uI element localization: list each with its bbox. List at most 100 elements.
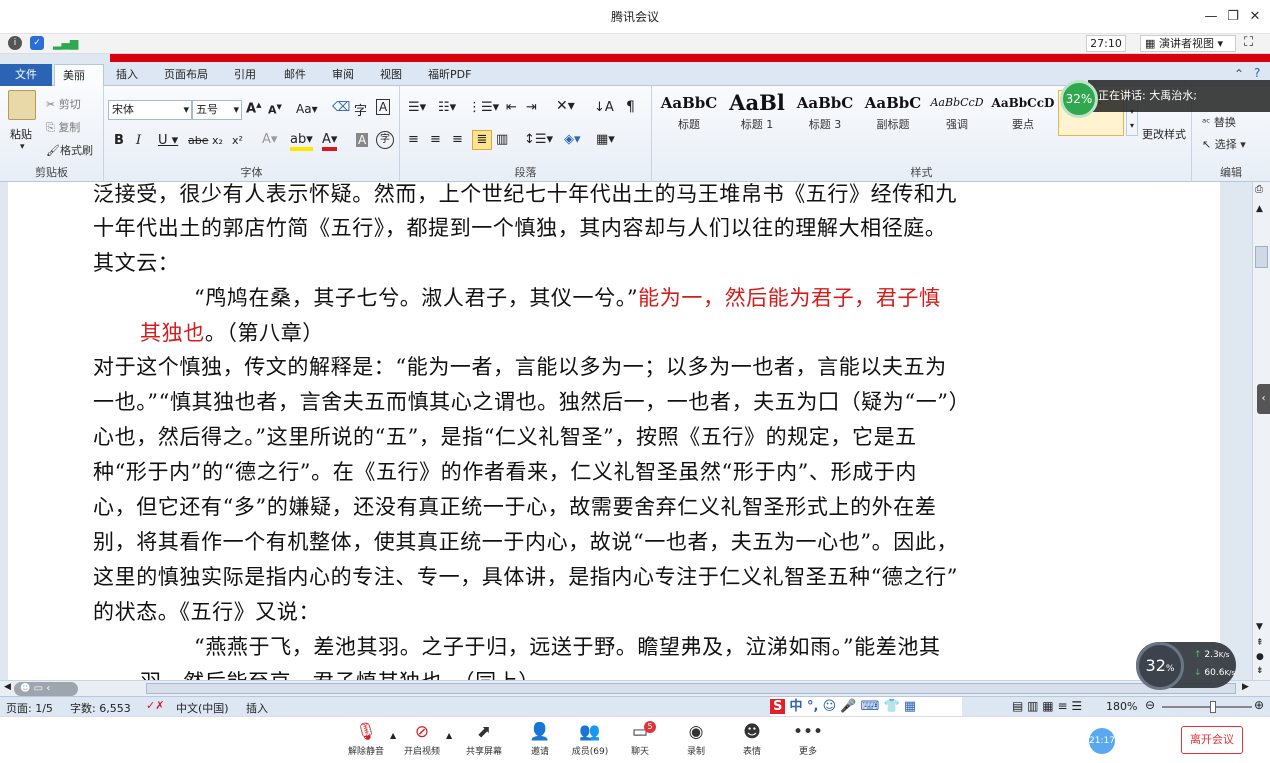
style-title[interactable]: AaBbC 标题: [656, 90, 722, 136]
numbering-icon[interactable]: ☷▾: [438, 100, 456, 115]
character-shading-icon[interactable]: A: [356, 133, 369, 147]
scroll-right-icon[interactable]: ▶: [1242, 682, 1249, 692]
signal-icon[interactable]: ▂▄▆: [53, 37, 78, 50]
subscript-button[interactable]: x₂: [212, 134, 223, 147]
tab-page-layout[interactable]: 页面布局: [156, 64, 216, 86]
tab-view[interactable]: 视图: [372, 64, 410, 86]
start-video-button[interactable]: ⊘ 开启视频: [394, 720, 450, 757]
phonetic-guide-icon[interactable]: 字: [354, 100, 367, 119]
replace-button[interactable]: ᵃᶜ 替换: [1202, 114, 1236, 130]
emoji-picker-icon[interactable]: ☻ ▭ ‹: [14, 682, 78, 696]
chinese-layout-icon[interactable]: ✕▾: [556, 98, 575, 114]
document-page[interactable]: 泛接受，很少有人表示怀疑。然而，上个世纪七十年代出土的马王堆帛书《五行》经传和九…: [8, 182, 1220, 680]
ruler-toggle-icon[interactable]: ⎙: [1255, 184, 1263, 195]
collapse-ribbon-icon[interactable]: ⌃: [1234, 67, 1244, 81]
grow-font-icon[interactable]: A▲: [246, 101, 261, 116]
minimize-icon[interactable]: —: [1200, 6, 1222, 28]
chat-button[interactable]: ▭ 聊天: [612, 720, 668, 757]
view-mode-dropdown[interactable]: ▦ 演讲者视图 ▾: [1140, 35, 1236, 52]
strikethrough-button[interactable]: abe: [188, 134, 209, 147]
scroll-down-icon[interactable]: ▼: [1256, 622, 1263, 632]
help-icon[interactable]: ?: [1254, 66, 1260, 80]
share-screen-button[interactable]: ⬈ 共享屏幕: [456, 720, 512, 757]
align-left-icon[interactable]: ≡: [408, 132, 419, 147]
close-icon[interactable]: ✕: [1244, 6, 1266, 28]
proofing-icon[interactable]: ✓✗: [146, 699, 164, 712]
fullscreen-icon[interactable]: ⛶: [1244, 35, 1253, 50]
text-effects-icon[interactable]: A▾: [262, 132, 277, 147]
leave-meeting-button[interactable]: 离开会议: [1181, 726, 1243, 754]
sort-icon[interactable]: ↓A: [594, 100, 614, 115]
members-button[interactable]: 👥 成员(69): [562, 720, 618, 757]
shield-icon[interactable]: ✓: [30, 36, 44, 50]
change-case-icon[interactable]: Aa▾: [296, 102, 318, 116]
change-styles-button[interactable]: 更改样式: [1142, 126, 1186, 142]
style-heading-1[interactable]: AaBl 标题 1: [724, 90, 790, 136]
scroll-up-icon[interactable]: ▲: [1256, 204, 1263, 214]
scroll-thumb[interactable]: [1255, 246, 1268, 268]
tab-file[interactable]: 文件: [0, 64, 52, 86]
tab-home[interactable]: 美丽始: [54, 64, 104, 104]
underline-button[interactable]: U ▾: [158, 133, 178, 148]
tab-mailings[interactable]: 邮件: [276, 64, 314, 86]
clear-format-icon[interactable]: ⌫: [332, 100, 350, 115]
next-page-icon[interactable]: ⇟: [1256, 666, 1264, 676]
superscript-button[interactable]: x²: [232, 134, 243, 147]
character-border-icon[interactable]: A: [376, 99, 391, 115]
decrease-indent-icon[interactable]: ⇤: [506, 100, 517, 115]
scroll-left-icon[interactable]: ◀: [4, 682, 11, 692]
paste-icon[interactable]: [8, 90, 36, 120]
line-spacing-icon[interactable]: ↕☰▾: [524, 132, 553, 147]
paste-button[interactable]: 粘贴: [10, 126, 32, 142]
show-marks-icon[interactable]: ¶: [626, 99, 635, 115]
tab-insert[interactable]: 插入: [108, 64, 146, 86]
tab-review[interactable]: 审阅: [324, 64, 362, 86]
enclose-character-icon[interactable]: 字: [376, 131, 394, 149]
borders-icon[interactable]: ▦▾: [596, 132, 615, 147]
zoom-slider-thumb[interactable]: [1210, 701, 1216, 713]
tab-foxit-pdf[interactable]: 福昕PDF: [420, 64, 479, 86]
copy-button[interactable]: ⎘ 复制: [46, 119, 80, 135]
more-button[interactable]: ••• 更多: [780, 720, 836, 757]
paste-dropdown-icon[interactable]: ▾: [20, 142, 25, 152]
zoom-out-icon[interactable]: ⊖: [1145, 698, 1155, 712]
style-key-point[interactable]: AaBbCcD 要点: [990, 90, 1056, 136]
distributed-icon[interactable]: ▥: [496, 132, 508, 147]
align-center-icon[interactable]: ≡: [430, 132, 441, 147]
italic-button[interactable]: I: [136, 133, 141, 148]
shrink-font-icon[interactable]: A▼: [268, 103, 282, 117]
page-count[interactable]: 页面: 1/5: [6, 700, 53, 716]
tab-references[interactable]: 引用: [226, 64, 264, 86]
zoom-slider[interactable]: [1162, 706, 1252, 708]
style-heading-3[interactable]: AaBbC 标题 3: [792, 90, 858, 136]
ime-toolbar[interactable]: S 中 °, ☺ 🎤 ⌨ 👕 ▦: [770, 697, 962, 717]
prev-page-icon[interactable]: ⇞: [1256, 638, 1264, 648]
language-indicator[interactable]: 中文(中国): [176, 700, 229, 716]
style-subtitle[interactable]: AaBbC 副标题: [860, 90, 926, 136]
info-icon[interactable]: i: [8, 36, 22, 50]
align-right-icon[interactable]: ≡: [452, 132, 463, 147]
insert-mode[interactable]: 插入: [246, 700, 268, 716]
horizontal-scrollbar[interactable]: ◀ ☻ ▭ ‹ ▶: [0, 680, 1270, 696]
format-painter-button[interactable]: 🖌格式刷: [46, 142, 93, 158]
hscroll-thumb[interactable]: [146, 683, 1236, 694]
highlight-icon[interactable]: ab▾: [290, 132, 313, 151]
view-buttons-icon[interactable]: ▤ ▥ ▦ ≡ ☰: [1012, 699, 1082, 713]
word-count[interactable]: 字数: 6,553: [70, 700, 131, 716]
font-name-select[interactable]: 宋体 ▾: [108, 100, 192, 120]
justify-icon[interactable]: ≣: [472, 130, 492, 150]
record-button[interactable]: ◉ 录制: [668, 720, 724, 757]
style-emphasis[interactable]: AaBbCcD 强调: [924, 90, 990, 136]
bold-button[interactable]: B: [114, 133, 124, 148]
unmute-button[interactable]: 🎙 解除静音: [338, 720, 394, 757]
bullets-icon[interactable]: ☰▾: [408, 100, 426, 115]
cut-button[interactable]: ✂ 剪切: [46, 96, 81, 112]
increase-indent-icon[interactable]: ⇥: [526, 100, 537, 115]
select-button[interactable]: ↖ 选择 ▾: [1202, 136, 1246, 152]
zoom-level[interactable]: 180%: [1106, 700, 1137, 713]
video-options-icon[interactable]: ▲: [446, 731, 452, 740]
multilevel-list-icon[interactable]: ⋮☰▾: [468, 100, 499, 115]
font-size-select[interactable]: 五号 ▾: [192, 100, 242, 120]
zoom-in-icon[interactable]: ⊕: [1254, 698, 1264, 712]
font-color-icon[interactable]: A▾: [322, 132, 338, 151]
